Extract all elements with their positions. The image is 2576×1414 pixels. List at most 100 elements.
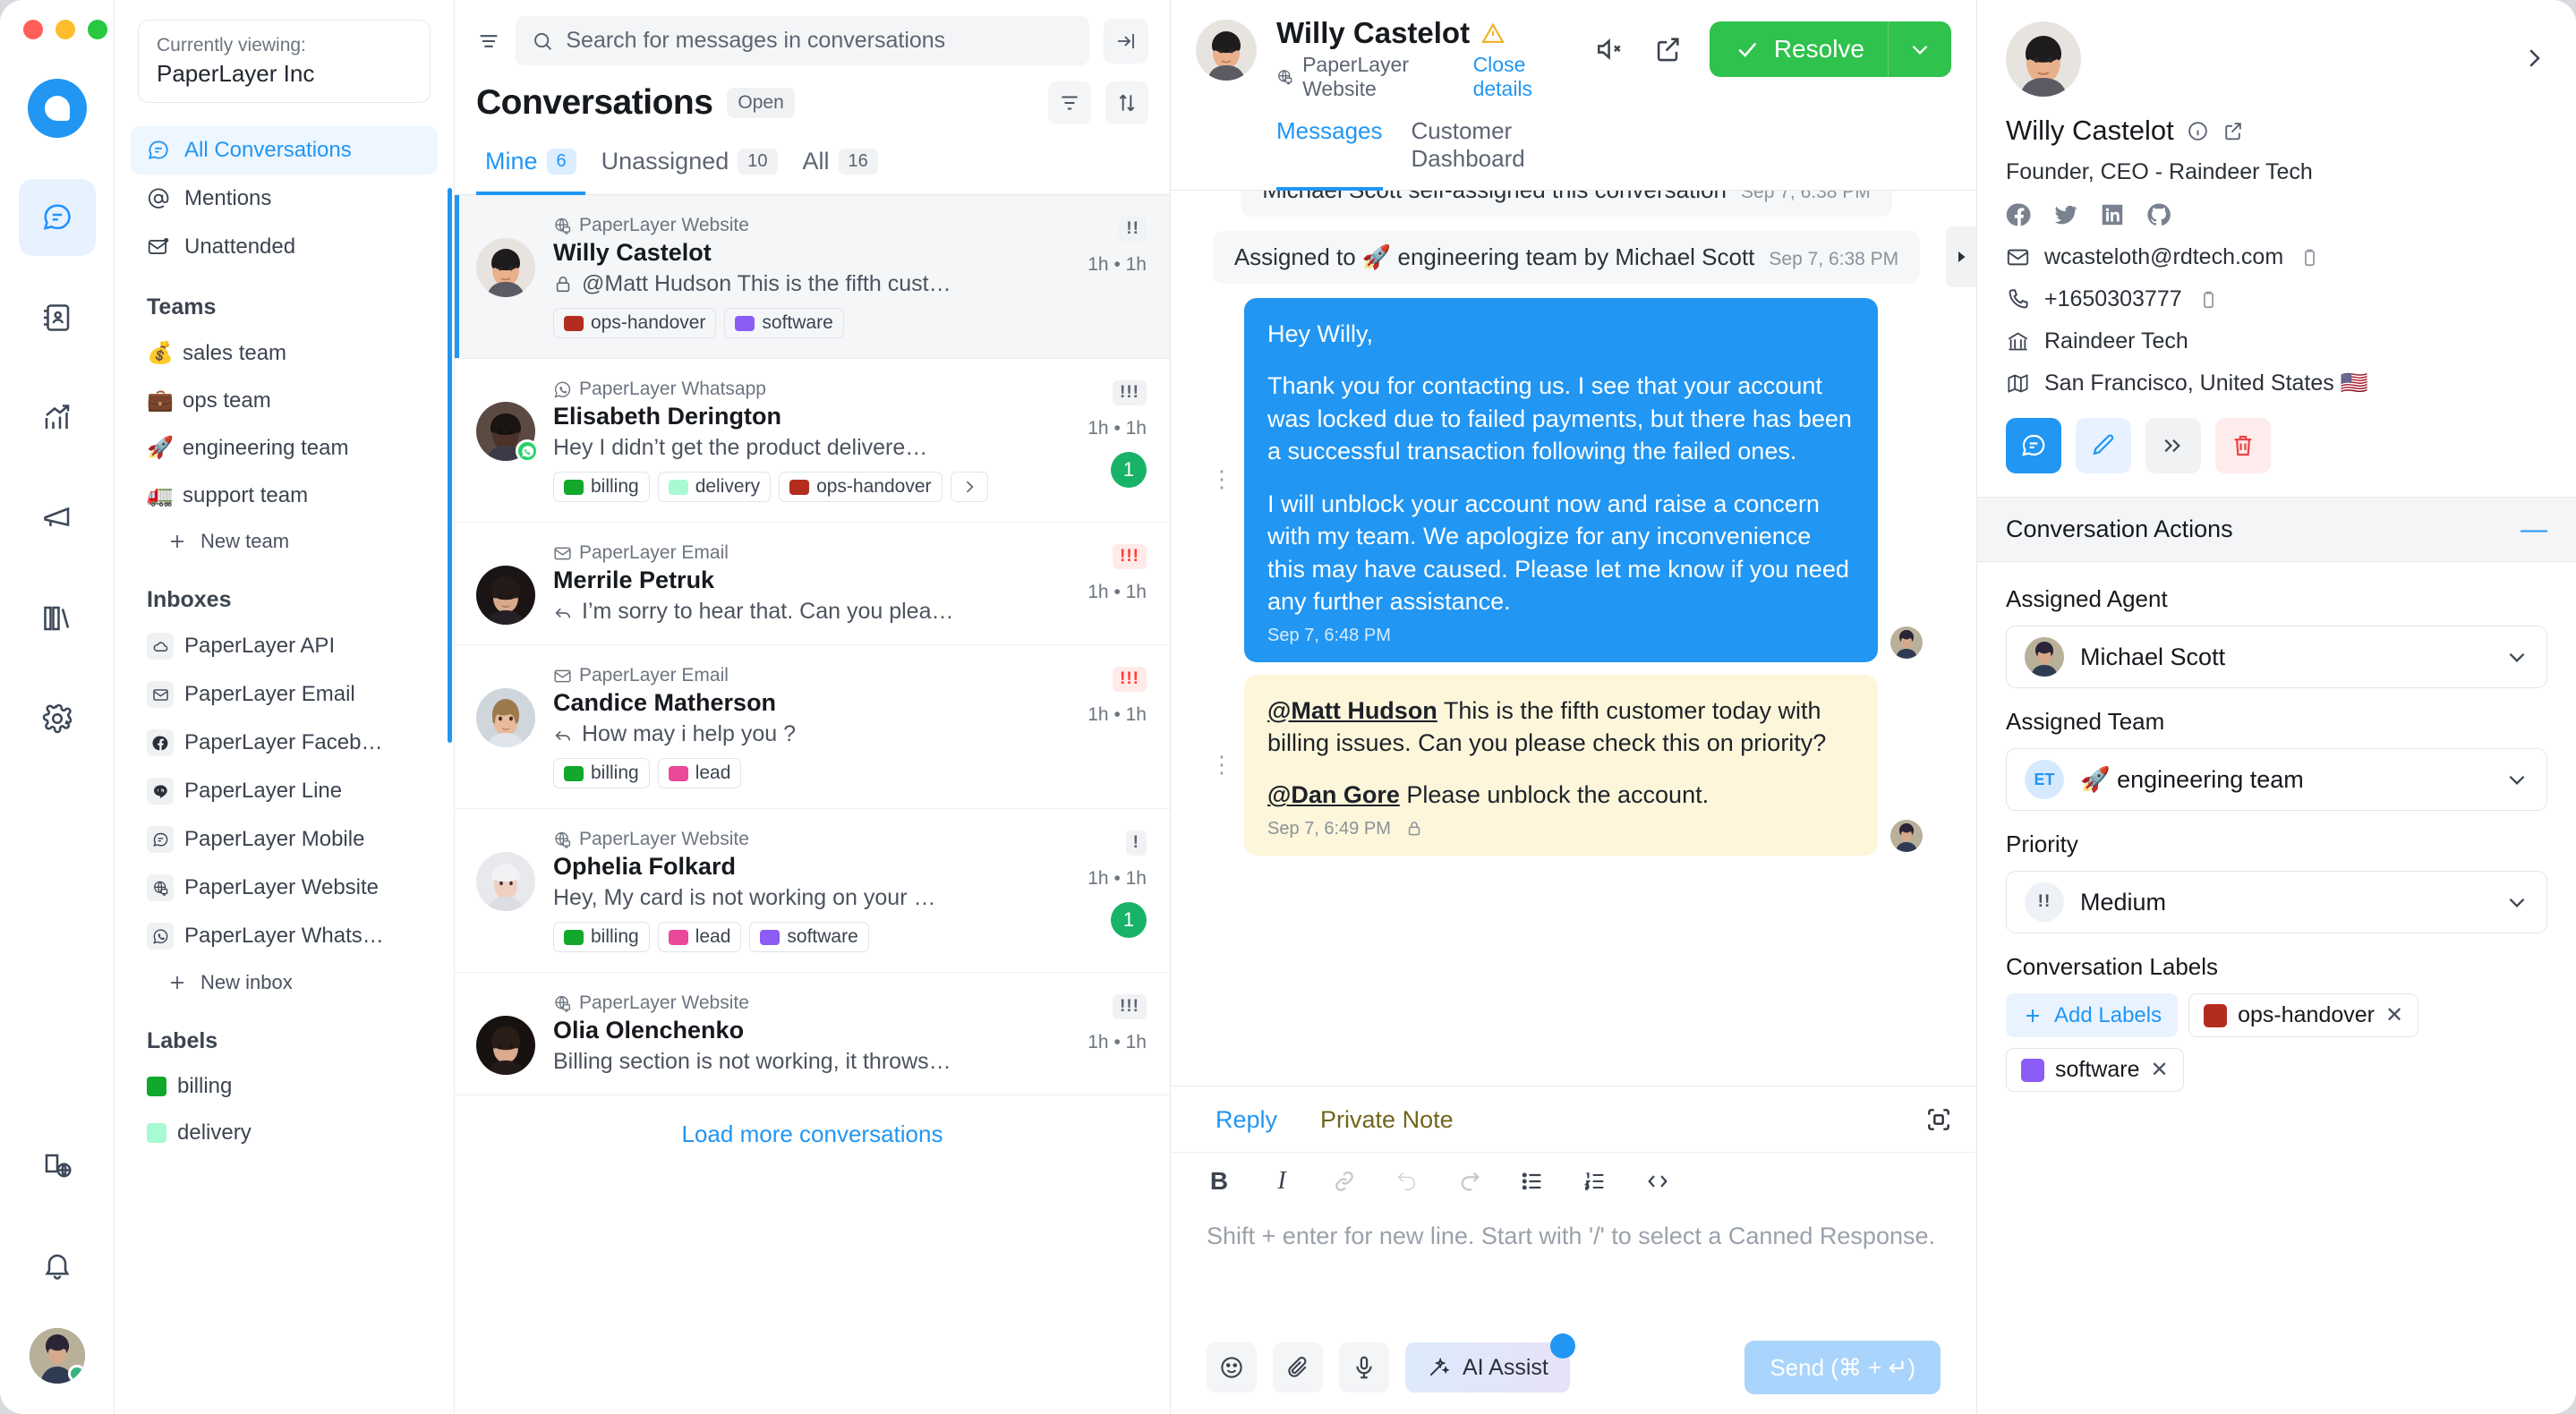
tab-reply[interactable]: Reply (1194, 1086, 1299, 1152)
tab-messages[interactable]: Messages (1276, 117, 1383, 191)
remove-label-icon[interactable]: ✕ (2385, 1002, 2403, 1028)
minimize-window-button[interactable] (55, 20, 75, 39)
sidebar-item-all-conversations[interactable]: All Conversations (131, 126, 438, 175)
conversation-list-item[interactable]: PaperLayer Email Candice Matherson How m… (455, 645, 1170, 809)
sidebar-item-engineering-team[interactable]: 🚀 engineering team (115, 424, 454, 472)
rail-conversations-button[interactable] (18, 179, 96, 256)
sidebar-item-inbox-whatsapp[interactable]: PaperLayer Whats… (115, 912, 454, 960)
priority-select[interactable]: !! Medium (2006, 871, 2547, 933)
rail-campaigns-button[interactable] (19, 480, 96, 557)
message-options-icon[interactable]: ⋮ (1210, 753, 1233, 775)
redo-icon[interactable] (1457, 1169, 1482, 1194)
conversation-list-item[interactable]: PaperLayer Website Ophelia Folkard Hey, … (455, 809, 1170, 973)
menu-icon[interactable] (476, 29, 501, 54)
maximize-window-button[interactable] (88, 20, 107, 39)
attachment-button[interactable] (1273, 1342, 1323, 1393)
tab-customer-dashboard[interactable]: Customer Dashboard (1412, 117, 1575, 191)
add-labels-button[interactable]: Add Labels (2006, 993, 2179, 1037)
conversation-list-item[interactable]: PaperLayer Email Merrile Petruk I’m sorr… (455, 523, 1170, 645)
italic-icon[interactable]: I (1269, 1167, 1294, 1195)
sidebar-item-inbox-line[interactable]: PaperLayer Line (115, 767, 454, 815)
label-chip[interactable]: billing (553, 472, 650, 502)
sidebar-item-inbox-mobile[interactable]: PaperLayer Mobile (115, 815, 454, 864)
thread-scroll-right-button[interactable] (1946, 226, 1976, 287)
resolve-main[interactable]: Resolve (1710, 35, 1888, 64)
send-button[interactable]: Send (⌘ + ↵) (1744, 1341, 1941, 1394)
resolve-button[interactable]: Resolve (1709, 21, 1951, 77)
label-chip[interactable]: software (749, 922, 869, 952)
conversation-label-chip[interactable]: ops-handover ✕ (2188, 993, 2419, 1037)
tab-unassigned[interactable]: Unassigned 10 (593, 139, 787, 195)
remove-label-icon[interactable]: ✕ (2150, 1057, 2168, 1083)
more-labels-button[interactable] (950, 472, 988, 502)
voice-record-button[interactable] (1339, 1342, 1389, 1393)
ai-assist-button[interactable]: AI Assist (1405, 1333, 1575, 1393)
mention-dan-gore[interactable]: @Dan Gore (1267, 781, 1400, 808)
sidebar-scrollbar[interactable] (448, 188, 452, 743)
label-chip[interactable]: ops-handover (779, 472, 943, 502)
sidebar-item-inbox-website[interactable]: PaperLayer Website (115, 864, 454, 912)
conversation-list-item[interactable]: PaperLayer Whatsapp Elisabeth Derington … (455, 359, 1170, 523)
current-user-avatar[interactable] (29, 1328, 85, 1384)
account-switcher[interactable]: Currently viewing: PaperLayer Inc (138, 20, 431, 103)
rail-docs-button[interactable] (19, 1128, 96, 1205)
assigned-agent-select[interactable]: Michael Scott (2006, 626, 2547, 688)
delete-contact-button[interactable] (2215, 418, 2271, 473)
tab-all[interactable]: All 16 (794, 139, 887, 195)
code-icon[interactable] (1645, 1169, 1670, 1194)
sidebar-item-unattended[interactable]: Unattended (131, 223, 438, 271)
twitter-icon[interactable] (2052, 201, 2079, 228)
copy-icon[interactable] (2298, 248, 2322, 268)
bold-icon[interactable]: B (1207, 1167, 1232, 1195)
message-options-icon[interactable]: ⋮ (1210, 468, 1233, 490)
sidebar-item-sales-team[interactable]: 💰 sales team (115, 329, 454, 377)
filter-button[interactable] (1048, 81, 1091, 124)
rail-library-button[interactable] (19, 580, 96, 657)
conversation-label-chip[interactable]: software ✕ (2006, 1048, 2184, 1092)
label-chip[interactable]: billing (553, 922, 650, 952)
numbered-list-icon[interactable] (1582, 1169, 1608, 1194)
rail-reports-button[interactable] (19, 379, 96, 456)
sidebar-item-ops-team[interactable]: 💼 ops team (115, 377, 454, 424)
share-icon[interactable] (1652, 34, 1683, 64)
label-chip[interactable]: lead (657, 922, 742, 952)
sidebar-item-inbox-api[interactable]: PaperLayer API (115, 622, 454, 670)
collapse-sidebar-button[interactable] (1104, 18, 1148, 64)
new-inbox-button[interactable]: New inbox (115, 960, 454, 1005)
conversation-list-item[interactable]: PaperLayer Website Willy Castelot @Matt … (455, 195, 1170, 359)
linkedin-icon[interactable] (2099, 201, 2126, 228)
assigned-team-select[interactable]: ET 🚀 engineering team (2006, 748, 2547, 811)
conversation-list[interactable]: PaperLayer Website Willy Castelot @Matt … (455, 195, 1170, 1414)
search-input-wrapper[interactable] (516, 16, 1089, 65)
mute-icon[interactable] (1595, 34, 1625, 64)
tab-private-note[interactable]: Private Note (1299, 1086, 1475, 1152)
reply-editor[interactable]: Shift + enter for new line. Start with '… (1171, 1210, 1976, 1326)
edit-contact-button[interactable] (2076, 418, 2131, 473)
conversation-list-item[interactable]: PaperLayer Website Olia Olenchenko Billi… (455, 973, 1170, 1095)
message-thread[interactable]: Michael Scott self-assigned this convers… (1171, 191, 1976, 1086)
label-chip[interactable]: software (724, 308, 844, 338)
warning-icon[interactable] (1480, 21, 1506, 46)
sidebar-item-inbox-facebook[interactable]: PaperLayer Faceb… (115, 719, 454, 767)
external-link-icon[interactable] (2222, 120, 2244, 142)
emoji-button[interactable] (1207, 1342, 1257, 1393)
resolve-dropdown-button[interactable] (1888, 21, 1951, 77)
label-chip[interactable]: billing (553, 758, 650, 788)
mention-matt-hudson[interactable]: @Matt Hudson (1267, 697, 1437, 724)
sidebar-item-inbox-email[interactable]: PaperLayer Email (115, 670, 454, 719)
label-chip[interactable]: delivery (657, 472, 772, 502)
label-chip[interactable]: ops-handover (553, 308, 717, 338)
link-icon[interactable] (1332, 1169, 1357, 1194)
sidebar-item-support-team[interactable]: 🚛 support team (115, 472, 454, 519)
sidebar-item-label-delivery[interactable]: delivery (115, 1110, 454, 1156)
merge-contact-button[interactable] (2145, 418, 2201, 473)
bullet-list-icon[interactable] (1520, 1169, 1545, 1194)
undo-icon[interactable] (1395, 1169, 1420, 1194)
chevron-right-icon[interactable] (2521, 45, 2547, 72)
info-icon[interactable] (2187, 120, 2209, 142)
close-window-button[interactable] (23, 20, 43, 39)
conversation-actions-header[interactable]: Conversation Actions — (1977, 497, 2576, 562)
sidebar-item-mentions[interactable]: Mentions (131, 175, 438, 223)
rail-settings-button[interactable] (19, 680, 96, 757)
facebook-icon[interactable] (2006, 201, 2033, 228)
